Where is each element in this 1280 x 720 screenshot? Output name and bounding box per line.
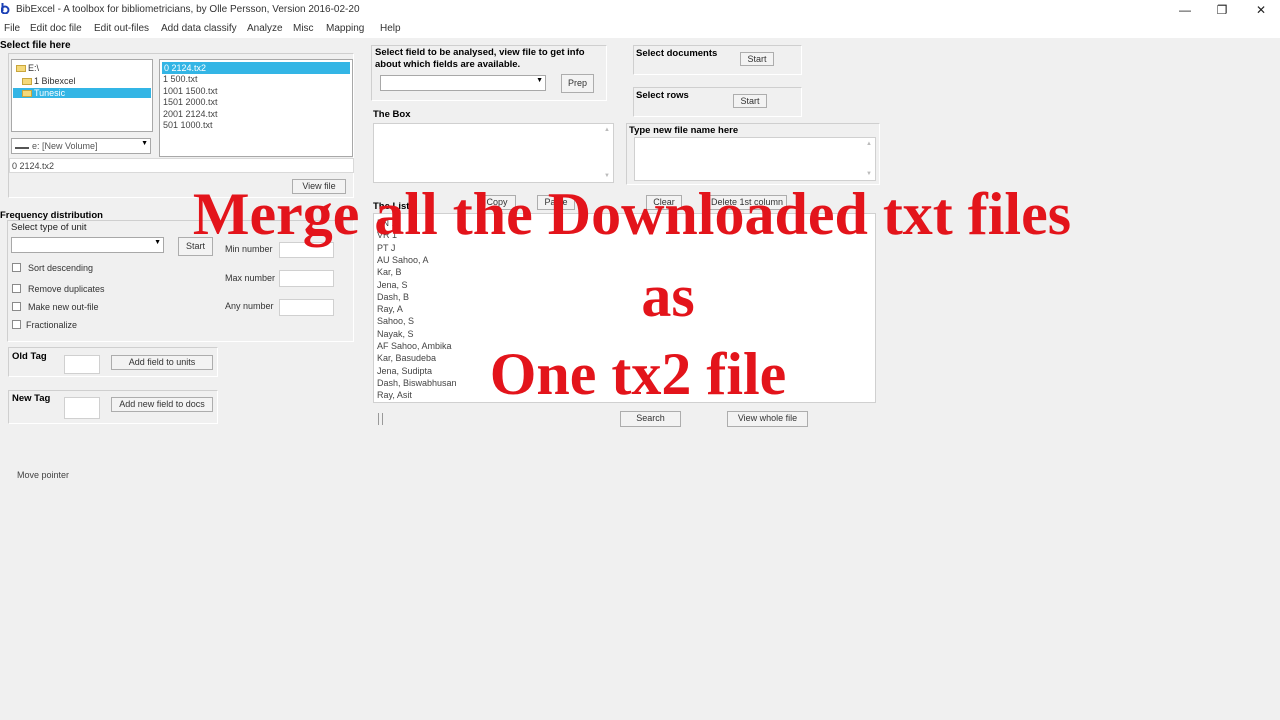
make-new-out-file-checkbox[interactable] xyxy=(12,302,21,311)
chevron-down-icon: ▼ xyxy=(141,140,148,147)
file-item[interactable]: 1 500.txt xyxy=(163,73,198,85)
fractionalize-checkbox[interactable] xyxy=(12,320,21,329)
app-logo-icon xyxy=(1,3,10,14)
file-path-field[interactable]: 0 2124.tx2 xyxy=(9,158,354,173)
close-button[interactable]: ✕ xyxy=(1246,2,1276,18)
overlay-caption-line-3: One tx2 file xyxy=(489,341,787,407)
view-whole-file-button[interactable]: View whole file xyxy=(727,411,808,427)
folder-item-selected[interactable]: Tunesic xyxy=(13,88,151,98)
chevron-down-icon: ▼ xyxy=(536,77,543,84)
new-file-label: Type new file name here xyxy=(629,125,739,136)
select-rows-start-button[interactable]: Start xyxy=(733,94,767,108)
folder-open-icon xyxy=(22,90,32,98)
file-item[interactable]: 2001 2124.txt xyxy=(163,108,218,120)
window-title: BibExcel - A toolbox for bibliometrician… xyxy=(16,4,360,15)
status-text: Move pointer xyxy=(17,470,70,480)
title-bar: BibExcel - A toolbox for bibliometrician… xyxy=(0,0,1280,20)
menu-edit-doc-file[interactable]: Edit doc file xyxy=(30,23,82,34)
scroll-up-icon[interactable]: ▲ xyxy=(866,141,872,147)
field-instructions: Select field to be analysed, view file t… xyxy=(375,47,585,70)
menu-edit-out-files[interactable]: Edit out-files xyxy=(94,23,149,34)
menu-help[interactable]: Help xyxy=(380,23,401,34)
scroll-down-icon[interactable]: ▼ xyxy=(604,173,610,179)
menu-bar: File Edit doc file Edit out-files Add da… xyxy=(0,20,1280,38)
drive-select[interactable]: e: [New Volume] ▼ xyxy=(11,138,151,154)
menu-mapping[interactable]: Mapping xyxy=(326,23,364,34)
search-button[interactable]: Search xyxy=(620,411,681,427)
file-item[interactable]: 501 1000.txt xyxy=(163,119,213,131)
menu-misc[interactable]: Misc xyxy=(293,23,314,34)
sort-descending-checkbox[interactable] xyxy=(12,263,21,272)
scroll-up-icon[interactable]: ▲ xyxy=(604,127,610,133)
file-item[interactable]: 1001 1500.txt xyxy=(163,85,218,97)
remove-duplicates-checkbox[interactable] xyxy=(12,284,21,293)
select-documents-label: Select documents xyxy=(636,48,718,59)
maximize-button[interactable]: ❐ xyxy=(1207,2,1237,18)
prep-button[interactable]: Prep xyxy=(561,74,594,93)
the-box-label: The Box xyxy=(373,109,411,120)
menu-file[interactable]: File xyxy=(4,23,20,34)
drive-icon xyxy=(15,141,29,149)
folder-item[interactable]: 1 Bibexcel xyxy=(22,76,76,86)
minimize-button[interactable]: — xyxy=(1170,2,1200,18)
folder-icon xyxy=(16,65,26,73)
menu-add-data-classify[interactable]: Add data classify xyxy=(161,23,237,34)
menu-analyze[interactable]: Analyze xyxy=(247,23,283,34)
file-path-value: 0 2124.tx2 xyxy=(12,161,55,171)
select-rows-label: Select rows xyxy=(636,90,689,101)
file-item[interactable]: 1501 2000.txt xyxy=(163,96,218,108)
scroll-down-icon[interactable]: ▼ xyxy=(866,171,872,177)
field-select[interactable]: ▼ xyxy=(380,75,546,91)
folder-tree[interactable]: E:\ 1 Bibexcel Tunesic xyxy=(11,59,153,132)
the-box-textarea[interactable]: ▲ ▼ xyxy=(373,123,614,183)
splitter-handle[interactable] xyxy=(378,413,383,425)
select-file-label: Select file here xyxy=(0,40,71,51)
drive-value: e: [New Volume] xyxy=(32,141,98,151)
new-file-input[interactable]: ▲ ▼ xyxy=(634,137,876,181)
overlay-caption-line-2: as xyxy=(641,263,695,329)
folder-icon xyxy=(22,78,32,86)
file-list[interactable]: 0 2124.tx2 1 500.txt 1001 1500.txt 1501 … xyxy=(159,59,353,157)
select-documents-start-button[interactable]: Start xyxy=(740,52,774,66)
folder-item[interactable]: E:\ xyxy=(16,63,39,73)
overlay-caption-line-1: Merge all the Downloaded txt files xyxy=(192,181,1072,247)
